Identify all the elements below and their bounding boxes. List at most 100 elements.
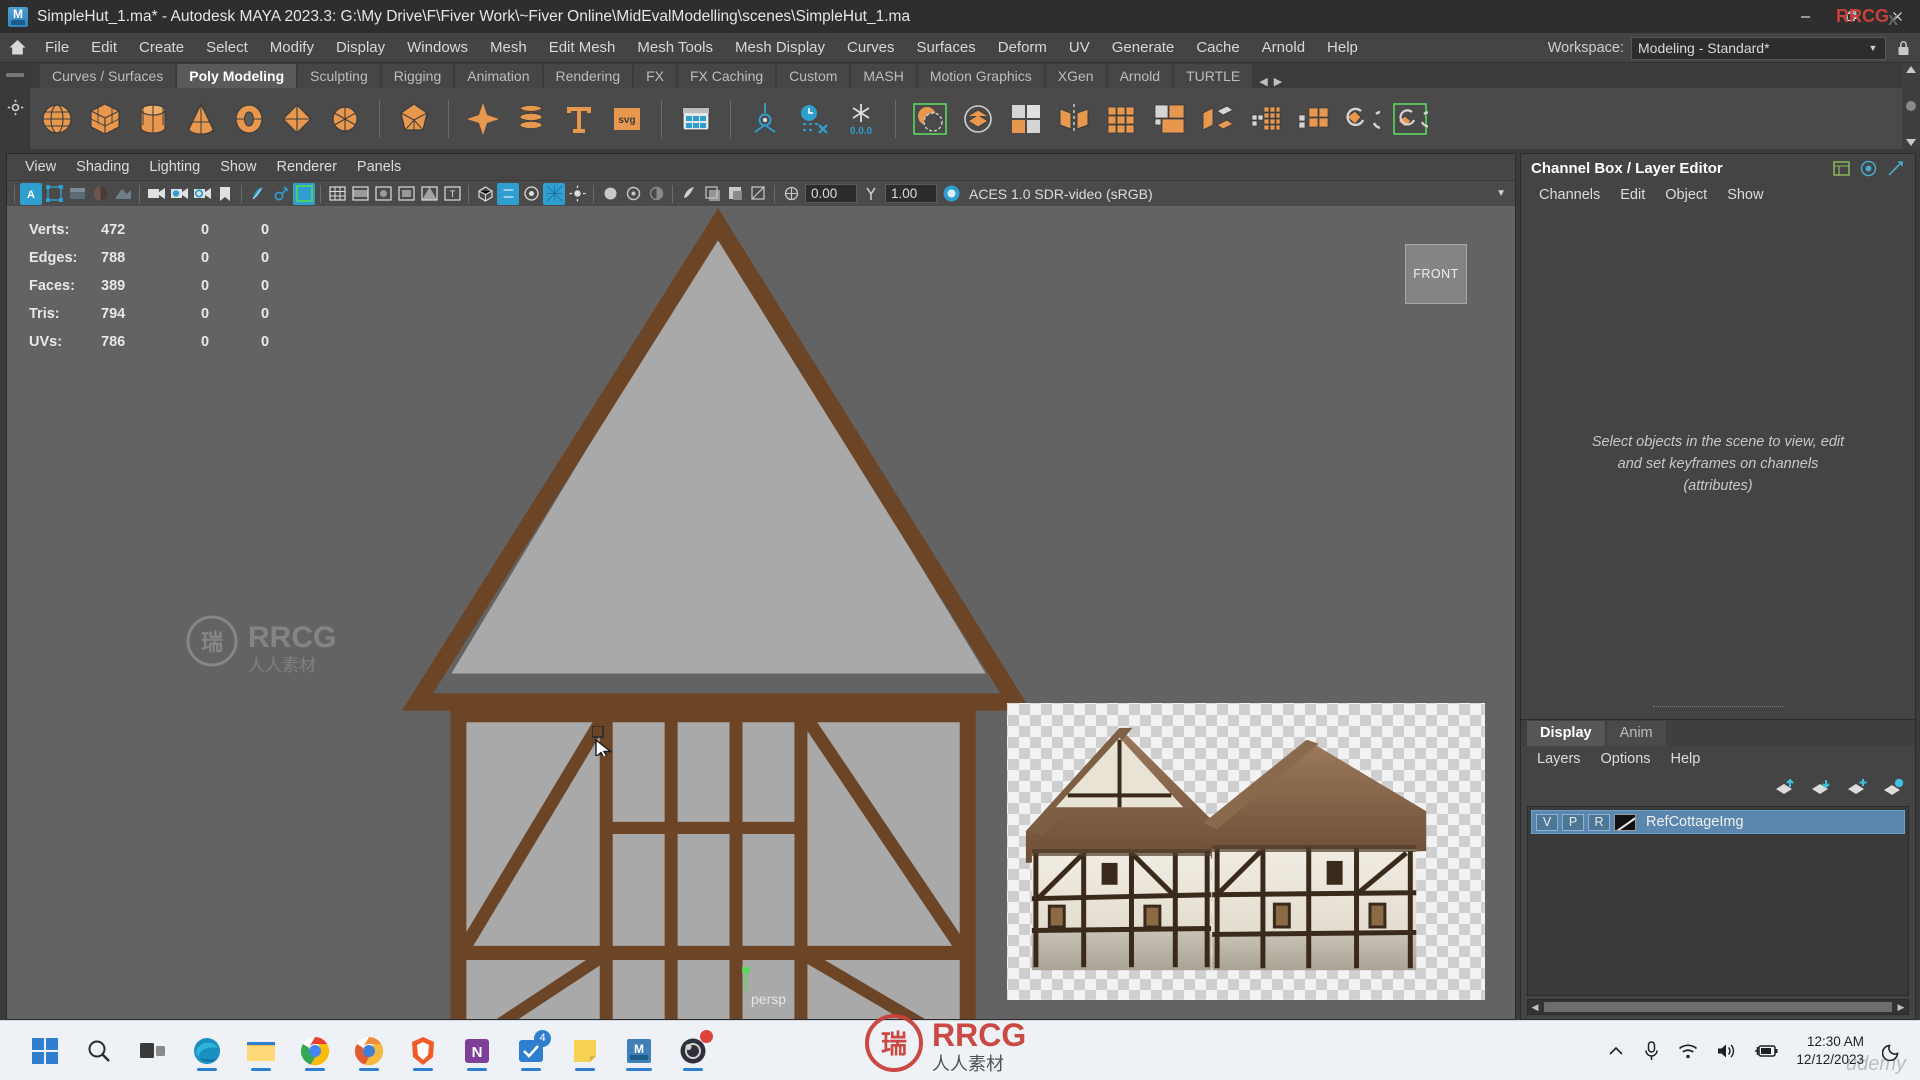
viewport-menu-shading[interactable]: Shading xyxy=(66,154,139,180)
start-button[interactable] xyxy=(22,1028,68,1074)
screen-space-ao-icon[interactable] xyxy=(678,183,700,205)
show-manipulator-icon[interactable] xyxy=(43,183,65,205)
grid-display-icon[interactable] xyxy=(326,183,348,205)
shelf-tab-arnold[interactable]: Arnold xyxy=(1107,64,1173,88)
layer-menu-layers[interactable]: Layers xyxy=(1527,746,1591,772)
menu-curves[interactable]: Curves xyxy=(836,33,906,63)
menu-cache[interactable]: Cache xyxy=(1185,33,1250,63)
layer-menu-help[interactable]: Help xyxy=(1661,746,1711,772)
layer-tab-display[interactable]: Display xyxy=(1527,721,1605,746)
textured-icon[interactable]: T xyxy=(441,183,463,205)
layer-playback-toggle[interactable]: P xyxy=(1562,813,1584,831)
shelf-tab-turtle[interactable]: TURTLE xyxy=(1174,64,1253,88)
exposure-value-field[interactable]: 0.00 xyxy=(805,184,857,203)
layer-move-down-icon[interactable] xyxy=(1811,778,1833,796)
shelf-scroll-controls[interactable] xyxy=(1902,63,1920,149)
poly-type-grid-icon[interactable] xyxy=(675,98,717,140)
new-layer-from-selected-icon[interactable] xyxy=(1883,778,1905,796)
layer-reference-toggle[interactable]: R xyxy=(1588,813,1610,831)
shading-smooth-icon[interactable] xyxy=(395,183,417,205)
scroll-down-icon[interactable] xyxy=(1906,139,1916,146)
triangulate-icon[interactable] xyxy=(1341,98,1383,140)
combine-icon[interactable] xyxy=(909,98,951,140)
shelf-tab-custom[interactable]: Custom xyxy=(777,64,850,88)
poly-sphere-icon[interactable] xyxy=(36,98,78,140)
lighting-all-icon[interactable] xyxy=(622,183,644,205)
edge-button[interactable] xyxy=(184,1028,230,1074)
chevron-down-icon[interactable]: ▼ xyxy=(1864,38,1882,59)
shelf-tab-curves-surfaces[interactable]: Curves / Surfaces xyxy=(40,64,176,88)
layer-move-up-icon[interactable] xyxy=(1775,778,1797,796)
chrome-button[interactable] xyxy=(292,1028,338,1074)
freeze-transform-icon[interactable]: 0.0.0 xyxy=(840,98,882,140)
lighting-default-icon[interactable] xyxy=(599,183,621,205)
separate-icon[interactable] xyxy=(957,98,999,140)
battery-charging-icon[interactable] xyxy=(1754,1043,1778,1059)
shelf-tab-animation[interactable]: Animation xyxy=(455,64,542,88)
xray-joints-icon[interactable] xyxy=(497,182,519,205)
menu-deform[interactable]: Deform xyxy=(987,33,1058,63)
exposure-icon[interactable] xyxy=(780,183,802,205)
shelf-grip[interactable] xyxy=(6,73,24,77)
delete-history-icon[interactable] xyxy=(792,98,834,140)
menu-generate[interactable]: Generate xyxy=(1101,33,1186,63)
minimize-button[interactable] xyxy=(1782,0,1828,33)
color-profile-dropdown-icon[interactable]: ▼ xyxy=(1496,188,1512,199)
select-camera-icon[interactable]: A xyxy=(20,182,42,205)
channel-box-menu-channels[interactable]: Channels xyxy=(1529,182,1610,208)
wireframe-on-shaded-icon[interactable] xyxy=(418,183,440,205)
maya-button[interactable]: M xyxy=(616,1028,662,1074)
grid-toggle-icon[interactable] xyxy=(66,183,88,205)
list-item[interactable]: V P R RefCottageImg xyxy=(1531,810,1905,834)
shelf-tab-mash[interactable]: MASH xyxy=(851,64,916,88)
two-d-pan-zoom-icon[interactable] xyxy=(293,182,315,205)
tab-scroll-left-icon[interactable]: ◀ xyxy=(1259,75,1267,88)
lock-icon[interactable] xyxy=(1886,40,1920,57)
attribute-editor-icon[interactable] xyxy=(1859,159,1878,178)
layer-tab-anim[interactable]: Anim xyxy=(1606,721,1666,746)
panel-resize-grip[interactable] xyxy=(1653,706,1783,707)
viewport-menu-renderer[interactable]: Renderer xyxy=(266,154,346,180)
layer-color-swatch[interactable] xyxy=(1614,813,1636,831)
todo-button[interactable]: 4 xyxy=(508,1028,554,1074)
taskbar-clock[interactable]: 12:30 AM 12/12/2023 xyxy=(1796,1033,1864,1069)
viewport-menu-show[interactable]: Show xyxy=(210,154,266,180)
shelf-tab-rigging[interactable]: Rigging xyxy=(381,64,454,88)
menu-mesh-display[interactable]: Mesh Display xyxy=(724,33,836,63)
menu-select[interactable]: Select xyxy=(195,33,259,63)
poly-platonic-icon[interactable] xyxy=(393,98,435,140)
resolution-gate-icon[interactable] xyxy=(112,183,134,205)
image-plane-icon[interactable] xyxy=(247,183,269,205)
boolean-icon[interactable] xyxy=(1005,98,1047,140)
channel-box-icon[interactable] xyxy=(1832,159,1851,178)
maximize-button[interactable] xyxy=(1828,0,1874,33)
shelf-tab-fx-caching[interactable]: FX Caching xyxy=(678,64,776,88)
menu-uv[interactable]: UV xyxy=(1058,33,1101,63)
brave-button[interactable] xyxy=(400,1028,446,1074)
search-button[interactable] xyxy=(76,1028,122,1074)
bridge-icon[interactable] xyxy=(1197,98,1239,140)
camera-attributes-icon[interactable] xyxy=(191,183,213,205)
shelf-tab-sculpting[interactable]: Sculpting xyxy=(298,64,380,88)
channel-box-menu-object[interactable]: Object xyxy=(1655,182,1717,208)
workspace-dropdown[interactable]: Modeling - Standard* ▼ xyxy=(1631,36,1886,60)
extrude-icon[interactable] xyxy=(1101,98,1143,140)
film-gate-icon[interactable] xyxy=(89,183,111,205)
gamma-value-field[interactable]: 1.00 xyxy=(885,184,937,203)
center-pivot-icon[interactable] xyxy=(744,98,786,140)
menu-edit[interactable]: Edit xyxy=(80,33,128,63)
depth-of-field-icon[interactable] xyxy=(747,183,769,205)
new-layer-icon[interactable] xyxy=(1847,778,1869,796)
color-management-icon[interactable] xyxy=(940,183,962,205)
multisample-icon[interactable] xyxy=(724,183,746,205)
do-not-disturb-icon[interactable] xyxy=(1882,1041,1902,1061)
multi-cut-icon[interactable] xyxy=(1245,98,1287,140)
shelf-tab-motion-graphics[interactable]: Motion Graphics xyxy=(917,64,1044,88)
poly-text-icon[interactable] xyxy=(558,98,600,140)
menu-modify[interactable]: Modify xyxy=(259,33,325,63)
sticky-notes-button[interactable] xyxy=(562,1028,608,1074)
layer-list[interactable]: V P R RefCottageImg xyxy=(1527,806,1909,996)
scroll-thumb[interactable] xyxy=(1906,101,1916,111)
scroll-thumb-horizontal[interactable] xyxy=(1544,1002,1892,1012)
viewport-menu-lighting[interactable]: Lighting xyxy=(139,154,210,180)
